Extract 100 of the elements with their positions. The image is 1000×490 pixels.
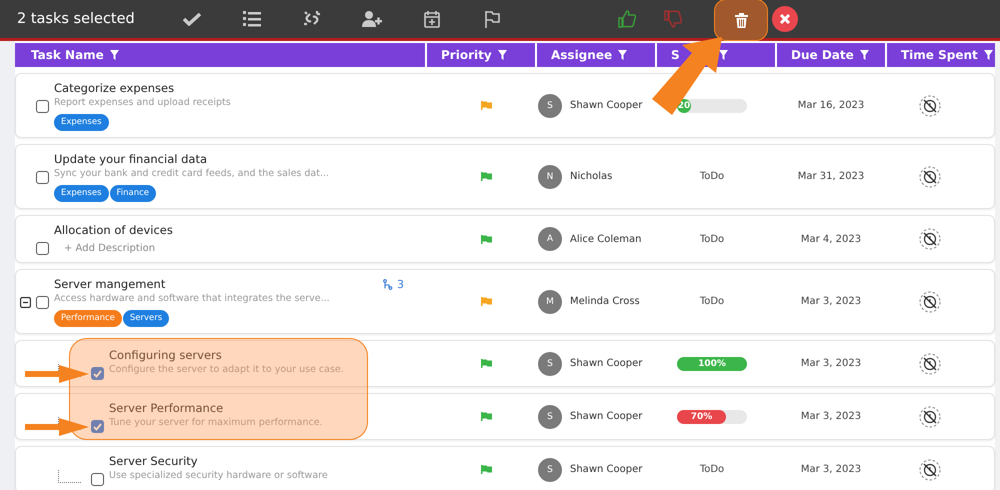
priority-flag-icon[interactable] [480,172,492,181]
column-title: Due Date [791,48,854,62]
tag[interactable]: Expenses [54,114,108,131]
task-description: Tune your server for maximum performance. [109,416,324,430]
assignee-name: Shawn Cooper [570,100,642,111]
no-time-tracked-icon[interactable] [919,458,941,480]
subtask-count[interactable]: 3 [397,278,404,290]
status-text: ToDo [700,234,724,244]
close-button[interactable] [772,6,798,32]
column-title: Priority [441,48,492,62]
progress-fill: 100% [677,356,747,370]
avatar: S [538,94,562,118]
due-date: Mar 3, 2023 [800,411,862,422]
due-date: Mar 3, 2023 [800,296,862,307]
checkmark-icon[interactable] [183,12,201,26]
priority-flag-icon[interactable] [480,359,492,368]
column-title: Task Name [31,48,104,62]
column-header[interactable]: Assignee [535,43,655,67]
status-text: ToDo [700,296,724,307]
assignee-name: Shawn Cooper [570,411,642,422]
filter-icon[interactable] [498,50,507,60]
no-time-tracked-icon[interactable] [919,352,941,374]
column-header[interactable]: Priority [425,43,535,67]
tag[interactable]: Servers [122,310,170,327]
no-time-tracked-icon[interactable] [919,94,941,116]
column-title: Time Spent [901,48,978,62]
status-text: ToDo [700,464,724,475]
selection-count: 2 tasks selected [17,11,136,27]
no-time-tracked-icon[interactable] [919,290,941,312]
task-title[interactable]: Update your financial data [54,151,208,167]
priority-flag-icon[interactable] [480,465,492,474]
numbered-list-icon[interactable] [243,11,261,27]
task-description: Access hardware and software that integrates the serve... [54,292,331,306]
assignee-name: Alice Coleman [570,234,642,244]
task-title[interactable]: Server Security [109,453,198,469]
due-date: Mar 4, 2023 [800,234,862,244]
column-header[interactable]: Task Name [15,43,425,67]
no-time-tracked-icon[interactable] [919,228,941,250]
add-description-link[interactable]: + Add Description [54,238,426,256]
filter-icon[interactable] [110,50,119,60]
assignee-name: Nicholas [570,171,612,182]
no-time-tracked-icon[interactable] [919,406,941,428]
avatar: A [538,227,562,251]
due-date: Mar 3, 2023 [800,464,862,475]
task-title[interactable]: Server mangement [54,276,166,292]
pointer-arrow [25,418,89,436]
checkbox[interactable] [36,171,49,184]
thumbs-down-icon[interactable] [664,10,682,28]
tag[interactable]: Finance [110,185,156,202]
task-title[interactable]: Server Performance [109,400,224,416]
column-title: S [671,48,680,62]
due-date: Mar 16, 2023 [798,100,864,111]
checkbox[interactable] [36,296,49,309]
checkbox[interactable] [91,473,104,486]
task-row[interactable]: Server mangement 3 Access hardware and software that integrates the serve... Performance Servers M Melinda Cross ToDo Mar 3, 2023 [15,269,995,334]
add-user-icon[interactable] [362,11,382,27]
filter-icon[interactable] [618,50,628,60]
status-text: ToDo [700,171,724,182]
task-title[interactable]: Configuring servers [109,347,222,363]
collapse-toggle-icon[interactable] [20,297,31,308]
task-description: Report expenses and upload receipts [54,96,232,110]
delete-button[interactable] [714,0,768,41]
task-row[interactable]: Server Security Use specialized security hardware or software S Shawn Cooper ToDo Mar 3, 2023 [15,446,995,490]
filter-icon[interactable] [984,50,993,60]
avatar: N [538,164,562,188]
assignee-name: Shawn Cooper [570,464,642,475]
task-description: Configure the server to adapt it to your use case. [109,363,345,377]
trash-icon [734,12,748,28]
assignee-name: Shawn Cooper [570,358,642,369]
thumbs-up-icon[interactable] [618,10,636,28]
subtask-icon [383,278,393,290]
task-title[interactable]: Allocation of devices [54,222,173,238]
close-icon [779,13,791,25]
no-time-tracked-icon[interactable] [919,166,941,188]
task-row[interactable]: Allocation of devices + Add Description A Alice Coleman ToDo Mar 4, 2023 [15,215,995,263]
filter-icon[interactable] [860,50,869,60]
task-row[interactable]: Update your financial data Sync your bank and credit card feeds, and the sales dat... Expenses Finance N Nicholas ToDo Mar 31, 2023 [15,144,995,209]
task-description: Sync your bank and credit card feeds, and the sales dat... [54,167,330,181]
priority-flag-icon[interactable] [480,234,492,244]
checkbox[interactable] [36,242,49,255]
flag-icon[interactable] [484,10,500,28]
checkbox[interactable] [36,100,49,113]
tag[interactable]: Expenses [54,185,108,202]
due-date: Mar 31, 2023 [798,171,864,182]
priority-flag-icon[interactable] [480,412,492,421]
checkbox[interactable] [91,367,104,380]
task-title[interactable]: Categorize expenses [54,80,174,96]
checkbox[interactable] [91,420,104,433]
due-date: Mar 3, 2023 [800,358,862,369]
avatar: M [538,290,562,314]
avatar: S [538,352,562,376]
column-header[interactable]: Time Spent [885,43,995,67]
column-title: Assignee [551,48,612,62]
pointer-arrow [25,364,89,382]
avatar: S [538,404,562,428]
calendar-plus-icon[interactable] [424,10,440,28]
task-description: Use specialized security hardware or software [109,469,329,483]
broken-link-icon[interactable] [303,10,321,28]
column-header[interactable]: Due Date [775,43,885,67]
filter-icon[interactable] [719,50,728,60]
